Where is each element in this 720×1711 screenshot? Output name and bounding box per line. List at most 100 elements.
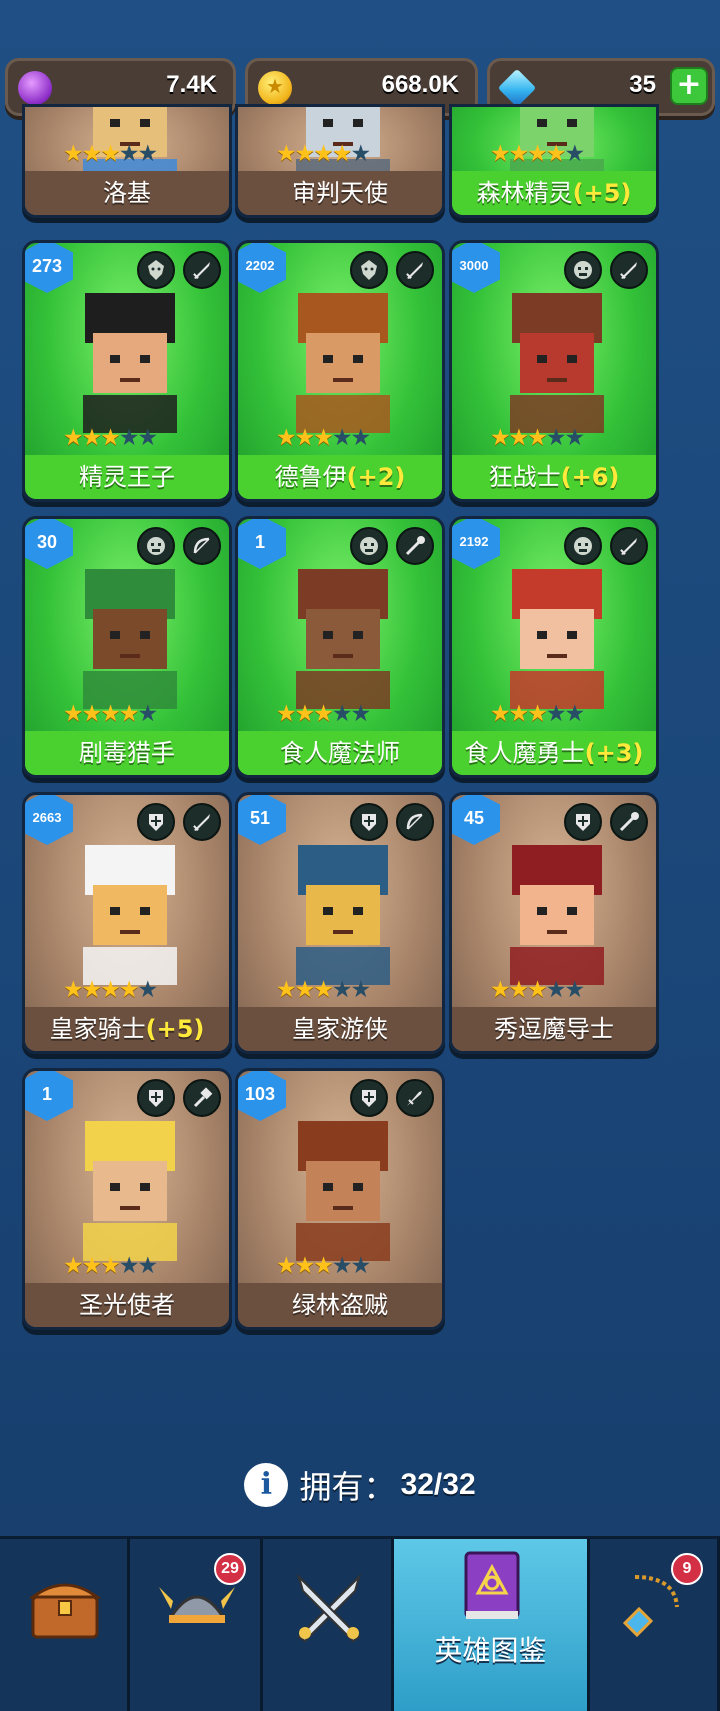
helmet-race-icon (564, 803, 602, 841)
star-icon: ★ (331, 701, 353, 727)
hero-card[interactable]: 103 ★★★★★ 绿林盗贼 (235, 1068, 445, 1330)
nav-tab-items[interactable]: 9 (590, 1539, 720, 1711)
star-icon: ★ (118, 701, 140, 727)
hero-star-rating: ★★★★★ (490, 425, 585, 451)
nav-tab-chest[interactable] (0, 1539, 130, 1711)
hero-name: 圣光使者 (79, 1291, 175, 1319)
star-icon: ★ (118, 977, 140, 1003)
star-icon: ★ (100, 977, 121, 1003)
hero-name: 绿林盗贼 (292, 1291, 388, 1319)
hero-name: 森林精灵 (476, 179, 573, 207)
sword-class-icon (183, 251, 221, 289)
hero-star-rating: ★★★★★ (276, 425, 372, 451)
star-icon: ★ (350, 977, 372, 1003)
star-icon: ★ (527, 977, 548, 1003)
sword-class-icon (610, 527, 648, 565)
hero-card[interactable]: 1 ★★★★★ 食人魔法师 (235, 516, 445, 778)
hero-card[interactable]: 2202 ★★★★★ 德鲁伊(+2) (235, 240, 445, 502)
hero-name-plate: 食人魔勇士(+3) (452, 731, 656, 775)
add-diamonds-button[interactable]: + (670, 67, 708, 105)
star-icon: ★ (564, 701, 586, 727)
star-icon: ★ (545, 141, 567, 167)
hero-star-rating: ★★★★★ (63, 425, 159, 451)
hero-name-plate: 食人魔法师 (238, 731, 442, 775)
star-icon: ★ (63, 1253, 84, 1279)
star-icon: ★ (331, 977, 353, 1003)
hero-card[interactable]: 2192 ★★★★★ 食人魔勇士(+3) (449, 516, 659, 778)
star-icon: ★ (313, 1253, 334, 1279)
hero-portrait (83, 293, 177, 433)
star-icon: ★ (63, 425, 84, 451)
hero-name-plate: 皇家游侠 (238, 1007, 442, 1051)
hero-name-plate: 狂战士(+6) (452, 455, 656, 499)
hero-name-plate: 绿林盗贼 (238, 1283, 442, 1327)
hero-star-rating: ★★★★★ (490, 977, 586, 1003)
star-icon: ★ (81, 701, 103, 727)
hero-card[interactable]: 2663 ★★★★★ 皇家骑士(+5) (22, 792, 232, 1054)
hero-bonus: (+2) (346, 463, 406, 491)
helmet-race-icon (350, 803, 388, 841)
star-icon: ★ (331, 1253, 353, 1279)
star-icon: ★ (331, 425, 353, 451)
star-icon: ★ (81, 977, 103, 1003)
star-icon: ★ (313, 701, 334, 727)
star-icon: ★ (350, 425, 372, 451)
star-icon: ★ (276, 1253, 297, 1279)
star-icon: ★ (490, 141, 511, 167)
star-icon: ★ (137, 425, 159, 451)
star-icon: ★ (294, 977, 316, 1003)
hero-star-rating: ★★★★★ (490, 141, 585, 167)
hero-star-rating: ★★★★★ (63, 141, 158, 167)
hero-card[interactable]: 3000 ★★★★★ 狂战士(+6) (449, 240, 659, 502)
sword-class-icon (396, 251, 434, 289)
orc-race-icon (350, 527, 388, 565)
star-icon: ★ (545, 977, 567, 1003)
hero-card[interactable]: 1 ★★★★★ 圣光使者 (22, 1068, 232, 1330)
info-icon[interactable]: i (244, 1463, 289, 1507)
hero-name-plate: 精灵王子 (25, 455, 229, 499)
owned-count: 32/32 (400, 1468, 476, 1501)
hero-card[interactable]: ★★★★★ 审判天使 (235, 104, 445, 218)
star-icon: ★ (313, 141, 334, 167)
star-icon: ★ (350, 701, 372, 727)
star-icon: ★ (331, 141, 353, 167)
hero-card[interactable]: 45 ★★★★★ 秀逗魔导士 (449, 792, 659, 1054)
gem-value: 7.4K (166, 71, 217, 98)
star-icon: ★ (100, 701, 121, 727)
hero-name-plate: 森林精灵(+5) (452, 171, 656, 215)
star-icon: ★ (137, 701, 159, 727)
hero-portrait (296, 845, 390, 985)
hero-card[interactable]: ★★★★★ 洛基 (22, 104, 232, 218)
bow-class-icon (396, 803, 434, 841)
hero-name: 德鲁伊 (274, 463, 347, 491)
hero-name-plate: 洛基 (25, 171, 229, 215)
star-icon: ★ (118, 1253, 140, 1279)
hero-card[interactable]: 273 ★★★★★ 精灵王子 (22, 240, 232, 502)
nav-tab-codex[interactable]: 英雄图鉴 (394, 1539, 590, 1711)
hero-star-rating: ★★★★★ (63, 701, 159, 727)
star-icon: ★ (137, 1253, 159, 1279)
hero-portrait (510, 569, 604, 709)
star-icon: ★ (100, 1253, 121, 1279)
nav-tab-heroes[interactable]: 29 (130, 1539, 263, 1711)
star-icon: ★ (276, 977, 297, 1003)
orc-race-icon (137, 527, 175, 565)
star-icon: ★ (63, 701, 84, 727)
star-icon: ★ (118, 425, 140, 451)
star-icon: ★ (545, 701, 567, 727)
hero-card[interactable]: 30 ★★★★★ 剧毒猎手 (22, 516, 232, 778)
purple-gem-icon (18, 71, 52, 105)
star-icon: ★ (490, 701, 511, 727)
nav-tab-label: 英雄图鉴 (434, 1634, 547, 1667)
star-icon: ★ (294, 141, 316, 167)
star-icon: ★ (350, 1253, 372, 1279)
hero-bonus: (+6) (560, 463, 620, 491)
nav-tab-battle[interactable] (263, 1539, 394, 1711)
star-icon: ★ (100, 141, 121, 167)
star-icon: ★ (564, 977, 586, 1003)
hero-name-plate: 剧毒猎手 (25, 731, 229, 775)
treasure-chest-icon (28, 1583, 102, 1639)
star-icon: ★ (118, 141, 140, 167)
hero-card[interactable]: ★★★★★ 森林精灵(+5) (449, 104, 659, 218)
hero-card[interactable]: 51 ★★★★★ 皇家游侠 (235, 792, 445, 1054)
